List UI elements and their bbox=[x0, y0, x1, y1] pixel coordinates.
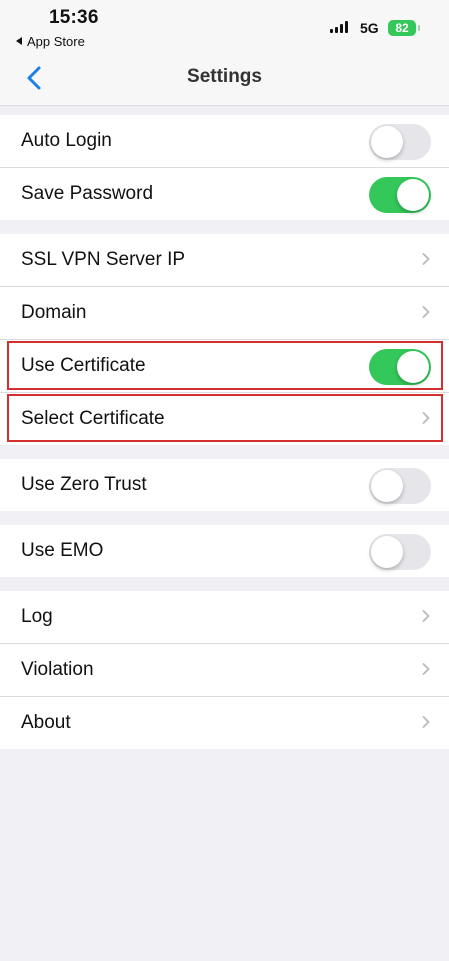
setting-label: Use Certificate bbox=[21, 355, 146, 376]
chevron-right-icon bbox=[422, 412, 430, 424]
setting-row-log[interactable]: Log bbox=[0, 591, 449, 644]
setting-row-auto-login: Auto Login bbox=[0, 115, 449, 168]
toggle-knob bbox=[371, 470, 403, 502]
settings-group-emo: Use EMO bbox=[0, 525, 449, 577]
setting-row-domain[interactable]: Domain bbox=[0, 287, 449, 340]
setting-label: Select Certificate bbox=[21, 408, 165, 429]
setting-label: Use Zero Trust bbox=[21, 474, 147, 495]
setting-row-use-zero-trust: Use Zero Trust bbox=[0, 459, 449, 511]
settings-group-login: Auto Login Save Password bbox=[0, 115, 449, 220]
status-time: 15:36 bbox=[49, 7, 99, 28]
back-to-app-link[interactable]: App Store bbox=[16, 34, 85, 49]
chevron-right-icon bbox=[422, 610, 430, 622]
use-emo-toggle[interactable] bbox=[369, 534, 431, 570]
setting-label: Save Password bbox=[21, 183, 154, 204]
setting-label: Auto Login bbox=[21, 130, 112, 151]
settings-group-zero-trust: Use Zero Trust bbox=[0, 459, 449, 511]
chevron-right-icon bbox=[422, 306, 430, 318]
settings-group-connection: SSL VPN Server IP Domain Use Certificate… bbox=[0, 234, 449, 445]
setting-label: Violation bbox=[21, 659, 94, 680]
use-zero-trust-toggle[interactable] bbox=[369, 468, 431, 504]
setting-row-use-certificate: Use Certificate bbox=[0, 340, 449, 393]
setting-row-about[interactable]: About bbox=[0, 697, 449, 749]
back-app-label: App Store bbox=[27, 34, 85, 49]
status-bar: 15:36 App Store 5G 82 bbox=[0, 0, 449, 50]
back-triangle-icon bbox=[16, 37, 22, 45]
chevron-right-icon bbox=[422, 716, 430, 728]
settings-group-info: Log Violation About bbox=[0, 591, 449, 749]
toggle-knob bbox=[397, 179, 429, 211]
page-title: Settings bbox=[187, 66, 262, 87]
auto-login-toggle[interactable] bbox=[369, 124, 431, 160]
nav-bar: Settings bbox=[0, 50, 449, 106]
setting-row-violation[interactable]: Violation bbox=[0, 644, 449, 697]
setting-label: About bbox=[21, 712, 71, 733]
battery-icon: 82 bbox=[388, 20, 420, 36]
setting-row-use-emo: Use EMO bbox=[0, 525, 449, 577]
chevron-right-icon bbox=[422, 253, 430, 265]
setting-row-ssl-vpn-server-ip[interactable]: SSL VPN Server IP bbox=[0, 234, 449, 287]
setting-label: Domain bbox=[21, 302, 87, 323]
setting-label: SSL VPN Server IP bbox=[21, 249, 186, 270]
toggle-knob bbox=[371, 536, 403, 568]
battery-level: 82 bbox=[395, 21, 409, 35]
chevron-right-icon bbox=[422, 663, 430, 675]
toggle-knob bbox=[371, 126, 403, 158]
cellular-signal-icon bbox=[330, 21, 352, 33]
toggle-knob bbox=[397, 351, 429, 383]
setting-label: Use EMO bbox=[21, 540, 104, 561]
setting-row-save-password: Save Password bbox=[0, 168, 449, 220]
network-type: 5G bbox=[360, 20, 379, 36]
use-certificate-toggle[interactable] bbox=[369, 349, 431, 385]
setting-label: Log bbox=[21, 606, 53, 627]
setting-row-select-certificate[interactable]: Select Certificate bbox=[0, 393, 449, 445]
save-password-toggle[interactable] bbox=[369, 177, 431, 213]
